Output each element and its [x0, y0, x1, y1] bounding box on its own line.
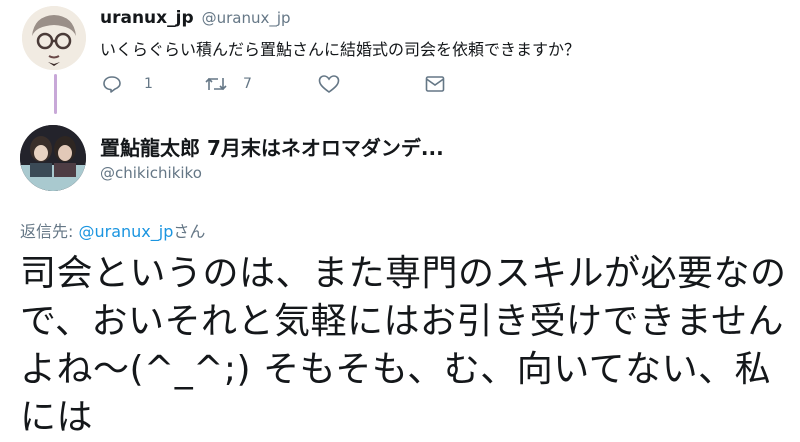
- reply-icon: [103, 76, 121, 93]
- retweet-icon: [205, 77, 227, 91]
- tweet1-handle[interactable]: @uranux_jp: [202, 9, 291, 27]
- direct-message-button[interactable]: [425, 75, 445, 93]
- avatar-chikichikiko[interactable]: [20, 125, 86, 191]
- tweet1-display-name[interactable]: uranux_jp: [100, 8, 194, 28]
- reply-count: 1: [144, 76, 153, 92]
- reply-to-link[interactable]: @uranux_jp: [79, 222, 174, 241]
- tweet1-text: いくらぐらい積んだら置鮎さんに結婚式の司会を依頼できますか？: [100, 40, 581, 59]
- avatar-photo-icon: [20, 125, 86, 191]
- like-button[interactable]: [318, 74, 340, 94]
- avatar-uranux[interactable]: [22, 6, 86, 70]
- retweet-button[interactable]: 7: [205, 74, 252, 94]
- avatar-illustration-icon: [22, 6, 86, 70]
- dm-icon: [425, 76, 445, 92]
- reply-to-suffix: さん: [173, 222, 206, 241]
- like-icon: [318, 75, 340, 93]
- reply-to-line: 返信先: @uranux_jpさん: [20, 218, 205, 242]
- tweet2-text: 司会というのは、また専門のスキルが必要なので、おいそれと気軽にはお引き受けできま…: [20, 253, 787, 438]
- reply-to-label: 返信先:: [20, 222, 74, 241]
- reply-button[interactable]: 1: [102, 74, 153, 94]
- thread-line: [54, 74, 57, 114]
- tweet2-display-name[interactable]: 置鮎龍太郎 7月末はネオロマダンデ...: [100, 132, 444, 161]
- retweet-count: 7: [243, 76, 252, 92]
- tweet2-handle[interactable]: @chikichikiko: [100, 164, 202, 182]
